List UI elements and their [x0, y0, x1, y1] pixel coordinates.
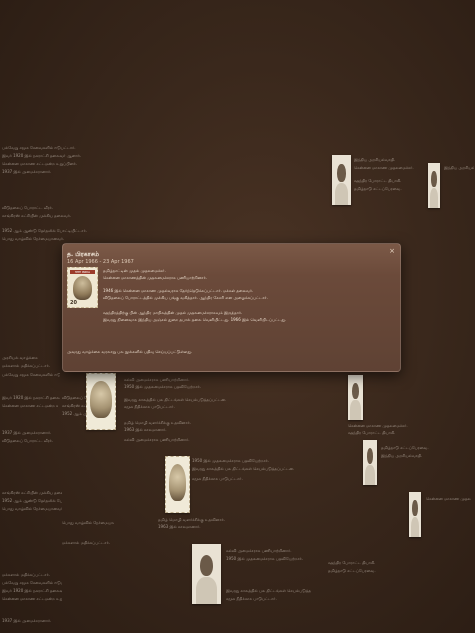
wall-text: விடுதலைப் போராட்ட வீரர். — [2, 438, 54, 443]
portrait-photo[interactable] — [192, 544, 221, 604]
popup-text-line: 1946 இல் சென்னை மாகாண முதல்வராக தேர்ந்தெ… — [103, 288, 254, 293]
portrait-photo[interactable] — [409, 492, 421, 537]
body-shape — [196, 577, 217, 604]
wall-text: காங்கிரஸ் கட்சியின் முக்கிய தலைவர். — [2, 213, 72, 218]
wall-text: சென்னை மாகாண முதலமைச்சர். — [354, 165, 414, 170]
wall-text: பொது வாழ்வில் நேர்மையானவர். — [62, 520, 114, 525]
popup-text-line: அவரது வாழ்க்கை வரலாறு பல நூல்களில் பதிவு… — [67, 349, 193, 354]
wall-text: சுதந்திர போராட்ட தியாகி. — [328, 560, 376, 565]
wall-text: இவர் 1920 இல் நகராட்சி தலைவர் ஆனார். — [2, 395, 60, 400]
popup-text-line: தமிழ்நாட்டின் முதல் முதலமைச்சர். — [103, 268, 166, 273]
wall-text: பொது வாழ்வில் நேர்மையானவர். — [2, 236, 65, 241]
wall-text: சமூக நீதிக்காக பாடுபட்டார். — [124, 404, 175, 409]
wall-text: சென்னை மாகாண சட்டமன்ற உறுப்பினர். — [2, 596, 62, 601]
wall-text: 1950 இல் முதலமைச்சராக பதவியேற்றார். — [124, 384, 202, 389]
portrait-icon — [168, 463, 187, 501]
head-shape — [352, 383, 359, 400]
stamp-image[interactable] — [165, 456, 190, 513]
head-shape — [337, 164, 346, 182]
wall-text: பல்வேறு சமூக சேவைகளில் ஈடுபட்டார். — [2, 145, 76, 150]
popup-text-line: இவரது நினைவாக இந்திய அஞ்சல் துறை தபால் த… — [103, 317, 287, 322]
wall-text: 1937 இல் அமைச்சரானார். — [2, 169, 52, 174]
wall-text: கல்வி அமைச்சராக பணியாற்றினார். — [226, 548, 292, 553]
portrait-photo[interactable] — [348, 375, 363, 420]
timeline-detail-popup[interactable]: த. பிரகாசம் 16 Apr 1966 - 23 Apr 1967 × … — [62, 243, 401, 372]
portrait-icon — [90, 380, 112, 418]
wall-text: சென்னை மாகாண சட்டமன்ற உறுப்பினர். — [2, 161, 77, 166]
wall-text: சென்னை மாகாண முதலமைச்சர். — [348, 423, 408, 428]
body-shape — [350, 399, 361, 420]
popup-title: த. பிரகாசம் — [67, 251, 99, 258]
popup-date: 16 Apr 1966 - 23 Apr 1967 — [67, 259, 134, 265]
portrait-icon — [73, 276, 92, 300]
wall-text: சமூக நீதிக்காக பாடுபட்டார். — [192, 476, 243, 481]
wall-text: விடுதலைப் போராட்ட வீரர். — [2, 205, 54, 210]
wall-text: சுதந்திர போராட்ட தியாகி. — [354, 178, 402, 183]
popup-text-line: விடுதலைப் போராட்டத்தில் முக்கிய பங்கு வக… — [103, 295, 268, 300]
popup-text-line: சுதந்திரத்திற்கு பின் ஆந்திர மாநிலத்தின்… — [103, 310, 243, 315]
wall-text: இந்திய அரசியல்வாதி. — [381, 453, 423, 458]
wall-text: 1950 இல் முதலமைச்சராக பதவியேற்றார். — [192, 458, 270, 463]
wall-text: இவரது காலத்தில் பல திட்டங்கள் செயல்படுத்… — [226, 588, 311, 593]
wall-text: காங்கிரஸ் கட்சியின் முக்கிய தலைவர். — [2, 490, 62, 495]
wall-text: கல்வி அமைச்சராக பணியாற்றினார். — [124, 437, 190, 442]
wall-text: பல்வேறு சமூக சேவைகளில் ஈடுபட்டார். — [2, 580, 62, 585]
body-shape — [429, 187, 439, 208]
portrait-photo[interactable] — [428, 163, 440, 208]
stamp-header: भारत INDIA — [70, 270, 95, 274]
wall-text: தமிழ்நாடு சட்டப்பேரவை. — [328, 568, 376, 573]
popup-text-line: சென்னை மாகாணத்தின் முதலமைச்சராக பணியாற்ற… — [103, 275, 207, 280]
stamp-value: 20 — [70, 300, 77, 306]
wall-text: இவரது காலத்தில் பல திட்டங்கள் செயல்படுத்… — [192, 466, 295, 471]
wall-text: தமிழ் மொழி வளர்ச்சிக்கு உதவினார். — [124, 420, 192, 425]
head-shape — [412, 500, 418, 517]
wall-text: மக்களால் மதிக்கப்பட்டார். — [62, 540, 111, 545]
wall-text: சுதந்திர போராட்ட தியாகி. — [348, 430, 396, 435]
body-shape — [334, 182, 349, 205]
stamp-image[interactable] — [86, 373, 116, 430]
portrait-photo[interactable] — [363, 440, 377, 485]
body-shape — [410, 516, 420, 537]
head-shape — [366, 448, 374, 465]
body-shape — [365, 464, 375, 485]
wall-text: இந்திய அரசியல்வாதி. — [444, 165, 474, 170]
wall-text: சமூக நீதிக்காக பாடுபட்டார். — [226, 596, 277, 601]
head-shape — [200, 554, 213, 577]
wall-text: 1963 இல் காலமானார். — [124, 427, 167, 432]
wall-text: தமிழ்நாடு சட்டப்பேரவை. — [381, 445, 429, 450]
wall-text: மக்களால் மதிக்கப்பட்டார். — [2, 572, 51, 577]
wall-text: இவர் 1920 இல் நகராட்சி தலைவர் ஆனார். — [2, 153, 82, 158]
wall-text: கல்வி அமைச்சராக பணியாற்றினார். — [124, 377, 190, 382]
wall-text: பொது வாழ்வில் நேர்மையானவர். — [2, 506, 62, 511]
wall-text: சென்னை மாகாண சட்டமன்ற உறுப்பினர். — [2, 403, 58, 408]
wall-text: 1963 இல் காலமானார். — [158, 524, 201, 529]
wall-text: பல்வேறு சமூக சேவைகளில் ஈடுபட்டார். — [2, 372, 60, 377]
wall-text: இந்திய அரசியல்வாதி. — [354, 157, 396, 162]
wall-text: சென்னை மாகாண முதலமைச்சர். — [426, 496, 471, 501]
portrait-photo[interactable] — [332, 155, 351, 205]
wall-text: அரசியல் வாழ்க்கை — [2, 355, 38, 360]
popup-stamp-image: भारत INDIA 20 — [67, 267, 98, 308]
close-icon[interactable]: × — [388, 247, 396, 255]
wall-text: தமிழ்நாடு சட்டப்பேரவை. — [354, 186, 402, 191]
wall-text: மக்களால் மதிக்கப்பட்டார். — [2, 363, 51, 368]
wall-text: தமிழ் மொழி வளர்ச்சிக்கு உதவினார். — [158, 517, 226, 522]
wall-text: 1937 இல் அமைச்சரானார். — [2, 430, 52, 435]
wall-text: இவரது காலத்தில் பல திட்டங்கள் செயல்படுத்… — [124, 397, 227, 402]
wall-text: இவர் 1920 இல் நகராட்சி தலைவர் ஆனார். — [2, 588, 62, 593]
wall-text: 1952 ஆம் ஆண்டு தேர்தலில் போட்டியிட்டார். — [2, 228, 87, 233]
head-shape — [431, 171, 437, 188]
wall-text: 1952 ஆம் ஆண்டு தேர்தலில் போட்டியிட்டார். — [2, 498, 62, 503]
wall-text: 1937 இல் அமைச்சரானார். — [2, 618, 52, 623]
wall-text: 1950 இல் முதலமைச்சராக பதவியேற்றார். — [226, 556, 304, 561]
